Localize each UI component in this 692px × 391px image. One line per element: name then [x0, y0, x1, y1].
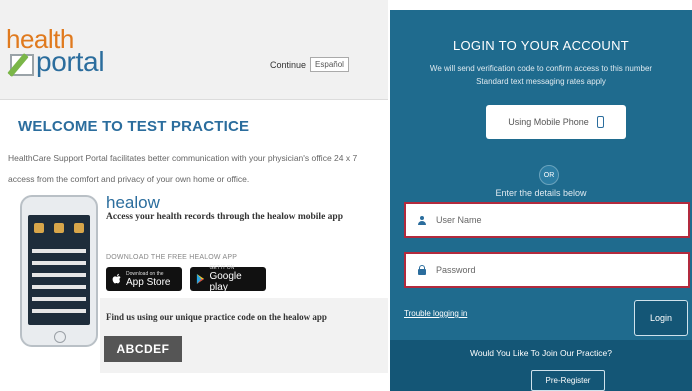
- app-store-button[interactable]: Download on the App Store: [106, 267, 182, 291]
- login-info-line1: We will send verification code to confir…: [429, 64, 653, 73]
- screen-row: [32, 249, 86, 253]
- google-play-button[interactable]: GET IT ON Google play: [190, 265, 266, 293]
- healow-logo: healow: [106, 193, 160, 212]
- join-practice-text: Would You Like To Join Our Practice?: [470, 348, 612, 358]
- healow-tagline: Access your health records through the h…: [106, 212, 343, 222]
- screen-row: [32, 285, 86, 289]
- download-text: DOWNLOAD THE FREE HEALOW APP: [106, 254, 238, 261]
- login-button[interactable]: Login: [634, 300, 688, 336]
- username-placeholder: User Name: [436, 215, 482, 225]
- language-select[interactable]: Español: [310, 57, 349, 72]
- mobile-phone-icon: [596, 116, 604, 128]
- app-tile-icon: [54, 223, 64, 233]
- login-info: We will send verification code to confir…: [390, 62, 692, 88]
- or-divider: OR: [539, 165, 559, 185]
- phone-screen: [28, 215, 90, 325]
- google-play-icon: [196, 274, 205, 284]
- mobile-button-label: Using Mobile Phone: [508, 117, 589, 127]
- enter-details-text: Enter the details below: [495, 188, 587, 198]
- screen-row: [32, 273, 86, 277]
- username-field[interactable]: User Name: [404, 202, 690, 238]
- password-field[interactable]: Password: [404, 252, 690, 288]
- pre-register-button[interactable]: Pre-Register: [531, 370, 605, 391]
- language-selector: Continue Español: [270, 57, 349, 72]
- screen-row: [32, 297, 86, 301]
- mobile-phone-login-button[interactable]: Using Mobile Phone: [486, 105, 626, 139]
- googleplay-big-text: Google play: [209, 271, 242, 293]
- portal-description: HealthCare Support Portal facilitates be…: [8, 153, 358, 184]
- apple-icon: [112, 273, 121, 284]
- practice-code: ABCDEF: [104, 336, 182, 362]
- phone-illustration: [20, 195, 98, 347]
- app-tile-icon: [34, 223, 44, 233]
- screen-row: [32, 309, 86, 313]
- phone-home-button: [54, 331, 66, 343]
- app-tile-icon: [74, 223, 84, 233]
- password-placeholder: Password: [436, 265, 476, 275]
- lock-icon: [418, 265, 426, 275]
- login-info-line2: Standard text messaging rates apply: [476, 77, 606, 86]
- healthportal-logo: health portal: [6, 26, 131, 78]
- logo-text-portal: portal: [36, 46, 105, 77]
- screen-row: [32, 261, 86, 265]
- language-label: Continue: [270, 59, 307, 70]
- welcome-title: WELCOME TO TEST PRACTICE: [18, 118, 250, 135]
- find-us-text: Find us using our unique practice code o…: [106, 312, 327, 322]
- appstore-big-text: App Store: [126, 276, 171, 288]
- appstore-small-text: Download on the: [126, 270, 164, 277]
- left-panel: health portal Continue Español WELCOME T…: [0, 0, 388, 391]
- login-title: LOGIN TO YOUR ACCOUNT: [452, 38, 630, 53]
- user-icon: [418, 215, 426, 225]
- trouble-logging-in-link[interactable]: Trouble logging in: [404, 309, 467, 318]
